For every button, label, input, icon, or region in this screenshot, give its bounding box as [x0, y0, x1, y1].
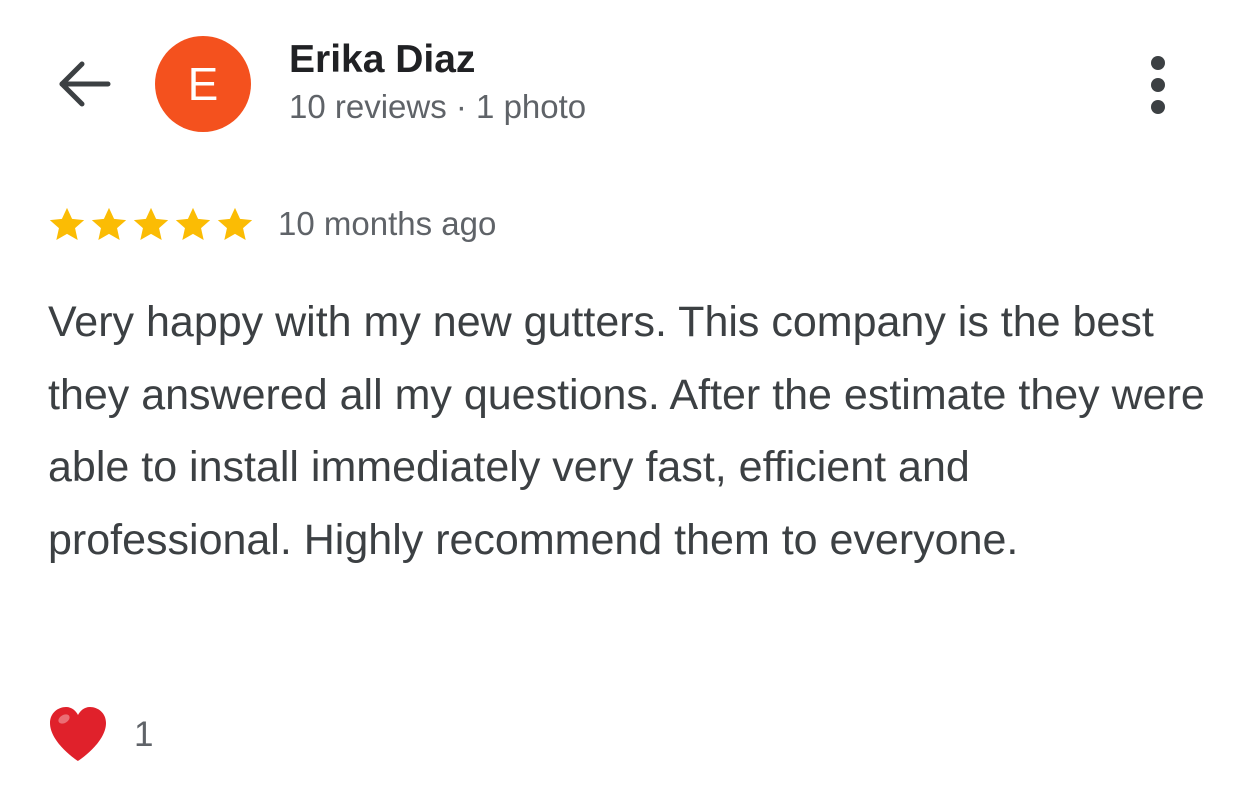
more-vert-icon-dot: [1151, 78, 1165, 92]
more-vert-icon-dot: [1151, 56, 1165, 70]
reviewer-name[interactable]: Erika Diaz: [289, 38, 475, 82]
star-rating: [46, 204, 256, 246]
more-options-button[interactable]: [1138, 56, 1178, 116]
reviewer-meta: 10 reviews · 1 photo: [289, 88, 587, 125]
arrow-left-icon: [59, 61, 111, 107]
star-icon: [217, 207, 253, 241]
review-time: 10 months ago: [278, 205, 497, 242]
heart-reaction-button[interactable]: 1: [46, 703, 153, 767]
star-icon: [175, 207, 211, 241]
review-text: Very happy with my new gutters. This com…: [48, 298, 1205, 564]
reaction-count: 1: [134, 715, 154, 754]
star-icon: [49, 207, 85, 241]
review-page: E Erika Diaz 10 reviews · 1 photo 10 mon…: [0, 0, 1242, 786]
avatar[interactable]: E: [155, 36, 251, 132]
back-button[interactable]: [52, 52, 116, 116]
avatar-letter: E: [187, 58, 219, 110]
star-icon: [91, 207, 127, 241]
more-vert-icon-dot: [1151, 100, 1165, 114]
star-icon: [133, 207, 169, 241]
heart-icon: [50, 707, 106, 761]
